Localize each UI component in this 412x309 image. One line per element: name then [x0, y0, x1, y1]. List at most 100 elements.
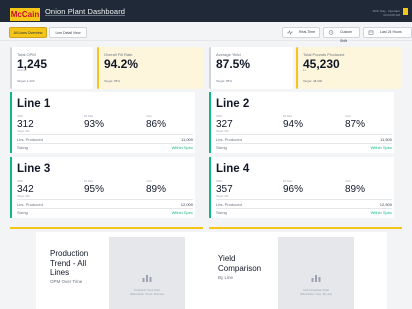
chart-placeholder: Production Trend Chart (Placeholder: Tre…: [109, 237, 185, 309]
opm-label: OPM: [216, 115, 222, 118]
chart-title-line3: Lines: [50, 268, 70, 277]
last-24-hours-button[interactable]: Last 24 Hours: [363, 27, 412, 38]
custom-shift-button[interactable]: Custom Shift: [323, 27, 360, 43]
yield-value: 89%: [146, 184, 167, 195]
produced-label: Lbs. Produced: [216, 202, 242, 207]
fill-rate-value: 96%: [283, 184, 304, 195]
section-divider-right: [209, 227, 402, 229]
fill-rate-label: Fill Rate: [283, 115, 293, 118]
opm-target: Target: 300: [17, 130, 30, 133]
opm-target: Target: 300: [216, 130, 229, 133]
chart-subtitle: OPM Over Time: [50, 279, 83, 284]
bar-chart-icon: [311, 275, 321, 282]
yield-label: Yield: [345, 180, 351, 183]
opm-value: 312: [17, 119, 34, 130]
tab-all-lines-overview[interactable]: All Lines Overview: [9, 27, 47, 38]
row-divider: [17, 199, 193, 200]
sizing-label: Sizing: [17, 145, 28, 150]
kpi-target: Target: 1,200: [17, 79, 35, 83]
produced-value: 12,500: [379, 202, 392, 207]
tab-line-detail-view[interactable]: Line Detail View: [49, 27, 87, 38]
chart-title-line2: Comparison: [218, 263, 262, 273]
chart-title-line2: Trend - All: [50, 258, 87, 268]
realtime-button[interactable]: Real-Time: [282, 27, 320, 38]
opm-target: Target: 300: [17, 195, 30, 198]
produced-row: Lbs. Produced 12,500: [216, 202, 392, 207]
session-info: Shift: Day · Operator 10:24:05 AM: [372, 9, 400, 17]
line-card-2[interactable]: Line 2 OPM 327 Target: 300 Fill Rate 94%…: [209, 92, 394, 153]
placeholder-caption-line2: (Placeholder: Yield - By Line): [299, 292, 333, 296]
line-card-4[interactable]: Line 4 OPM 357 Target: 300 Fill Rate 96%…: [209, 157, 394, 218]
opm-label: OPM: [17, 180, 23, 183]
sizing-status: Within Spec: [171, 210, 193, 215]
fill-rate-value: 94%: [283, 119, 304, 130]
opm-label: OPM: [216, 180, 222, 183]
row-divider: [216, 199, 392, 200]
kpi-target: Target: 48,000: [303, 79, 323, 83]
chart-title-line1: Production: [50, 249, 89, 258]
row-divider: [216, 208, 392, 209]
kpi-card-total-pounds: Total Pounds Produced 45,230 lbs Target:…: [296, 47, 402, 89]
fill-rate-label: Fill Rate: [84, 180, 94, 183]
line-name: Line 4: [216, 163, 250, 175]
yield-label: Yield: [345, 115, 351, 118]
sizing-label: Sizing: [216, 145, 227, 150]
placeholder-caption: Production Trend Chart (Placeholder: Tre…: [109, 289, 185, 296]
yield-value: 87%: [345, 119, 366, 130]
produced-label: Lbs. Produced: [216, 137, 242, 142]
yield-label: Yield: [146, 180, 152, 183]
line-name: Line 1: [17, 98, 51, 110]
chart-card-production-trend: Production Trend - All Lines OPM Over Ti…: [36, 232, 219, 309]
chart-card-yield-comparison: Yield Comparison By Line Yield Compariso…: [204, 232, 387, 309]
sizing-status: Within Spec: [370, 210, 392, 215]
line-name: Line 2: [216, 98, 250, 110]
line-card-1[interactable]: Line 1 OPM 312 Target: 300 Fill Rate 93%…: [10, 92, 195, 153]
session-info-line2: 10:24:05 AM: [383, 13, 400, 17]
placeholder-caption-line2: (Placeholder: Trend - All Lines): [129, 292, 165, 296]
produced-row: Lbs. Produced 11,000: [17, 137, 193, 142]
kpi-target: Target: 95%: [104, 79, 121, 83]
fill-rate-label: Fill Rate: [283, 180, 293, 183]
toolbar: All Lines Overview Line Detail View Real…: [0, 22, 412, 43]
kpi-card-average-yield: Average Yield 87.5% Target: 85%: [209, 47, 293, 89]
sizing-row: Sizing Within Spec: [17, 210, 193, 215]
produced-row: Lbs. Produced 12,000: [17, 202, 193, 207]
opm-value: 342: [17, 184, 34, 195]
sizing-status: Within Spec: [370, 145, 392, 150]
row-divider: [216, 134, 392, 135]
opm-label: OPM: [17, 115, 23, 118]
chart-subtitle: By Line: [218, 275, 234, 280]
top-bar: McCain Onion Plant Dashboard Shift: Day …: [0, 0, 412, 22]
sizing-row: Sizing Within Spec: [216, 145, 392, 150]
fill-rate-label: Fill Rate: [84, 115, 94, 118]
fill-rate-value: 93%: [84, 119, 105, 130]
custom-shift-label: Custom Shift: [340, 30, 353, 43]
produced-row: Lbs. Produced 11,500: [216, 137, 392, 142]
calendar-icon: [368, 30, 374, 35]
title-underline: [45, 15, 125, 16]
kpi-unit: units/min: [17, 69, 28, 72]
kpi-value: 45,230: [303, 57, 340, 71]
kpi-value: 87.5%: [216, 57, 251, 71]
user-badge[interactable]: [403, 8, 408, 15]
placeholder-caption: Yield Comparison Chart (Placeholder: Yie…: [278, 289, 354, 296]
row-divider: [17, 134, 193, 135]
section-divider-left: [10, 227, 203, 229]
row-divider: [216, 143, 392, 144]
opm-target: Target: 300: [216, 195, 229, 198]
produced-value: 11,000: [181, 137, 193, 142]
kpi-card-overall-fill-rate: Overall Fill Rate 94.2% Target: 95%: [97, 47, 203, 89]
produced-value: 11,500: [380, 137, 392, 142]
sizing-row: Sizing Within Spec: [216, 210, 392, 215]
sizing-status: Within Spec: [171, 145, 193, 150]
produced-value: 12,000: [180, 202, 193, 207]
yield-value: 86%: [146, 119, 167, 130]
fill-rate-value: 95%: [84, 184, 105, 195]
sizing-row: Sizing Within Spec: [17, 145, 193, 150]
row-divider: [17, 208, 193, 209]
mccain-logo[interactable]: McCain: [10, 8, 40, 21]
pulse-icon: [287, 30, 293, 35]
produced-label: Lbs. Produced: [17, 202, 43, 207]
line-card-3[interactable]: Line 3 OPM 342 Target: 300 Fill Rate 95%…: [10, 157, 195, 218]
last-24-hours-label: Last 24 Hours: [380, 30, 402, 34]
